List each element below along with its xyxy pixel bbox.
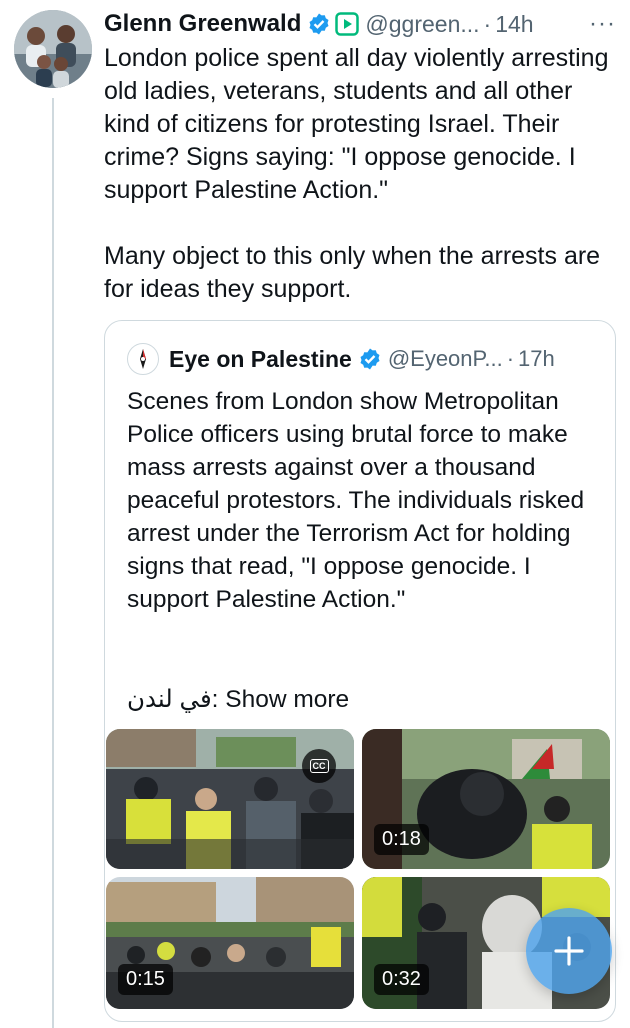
quoted-author-handle[interactable]: @EyeonP...: [388, 346, 503, 372]
author-handle[interactable]: @ggreen...: [365, 11, 479, 38]
tweet-timestamp[interactable]: 14h: [495, 11, 533, 38]
verified-badge-icon[interactable]: [307, 12, 331, 36]
quoted-author-name[interactable]: Eye on Palestine: [169, 346, 352, 373]
thread-line: [52, 98, 54, 1028]
subscription-badge-icon[interactable]: [335, 12, 360, 36]
show-more-link[interactable]: في لندن: Show more: [127, 683, 349, 716]
separator-dot: ·: [483, 10, 492, 37]
tweet-header: Glenn Greenwald @ggreen... · 14h ···: [104, 8, 622, 40]
verified-badge-icon[interactable]: [358, 347, 382, 371]
video-thumbnail-1[interactable]: CC: [106, 729, 354, 869]
author-avatar[interactable]: [14, 10, 92, 88]
eye-on-palestine-logo-icon: [140, 349, 146, 369]
closed-captions-icon[interactable]: CC: [302, 749, 336, 783]
video-thumbnail-3[interactable]: 0:15: [106, 877, 354, 1009]
plus-icon: [554, 936, 584, 966]
quoted-tweet[interactable]: Eye on Palestine @EyeonP... · 17h Scenes…: [104, 320, 616, 1022]
quoted-author-avatar[interactable]: [127, 343, 159, 375]
video-thumbnail-2[interactable]: 0:18: [362, 729, 610, 869]
video-duration: 0:32: [374, 964, 429, 995]
avatar-photo: [14, 10, 92, 88]
tweet-text: London police spent all day violently ar…: [104, 44, 609, 303]
video-duration: 0:18: [374, 824, 429, 855]
compose-button[interactable]: [526, 908, 612, 994]
separator-dot: ·: [506, 346, 515, 371]
quoted-tweet-text: Scenes from London show Metropolitan Pol…: [127, 388, 585, 613]
author-name[interactable]: Glenn Greenwald: [104, 10, 301, 38]
quoted-timestamp[interactable]: 17h: [518, 346, 555, 372]
video-duration: 0:15: [118, 964, 173, 995]
more-options-icon[interactable]: ···: [589, 10, 622, 38]
quoted-tweet-header: Eye on Palestine @EyeonP... · 17h: [127, 343, 603, 375]
